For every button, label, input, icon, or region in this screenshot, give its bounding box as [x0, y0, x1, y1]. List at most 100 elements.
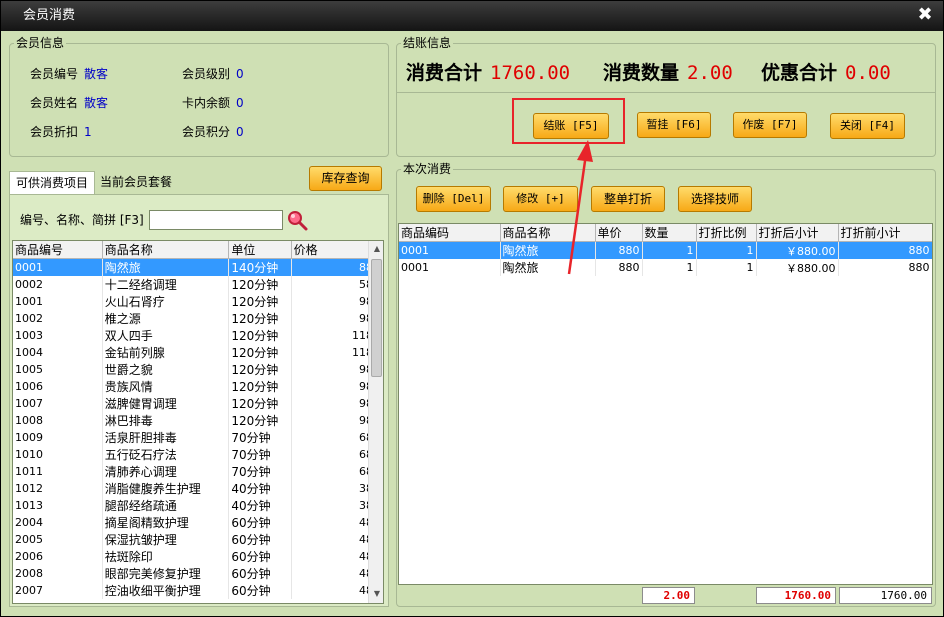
discount-summary: 优惠合计 0.00 [761, 61, 891, 85]
product-row[interactable]: 1011清肺养心调理70分钟680 [13, 463, 383, 480]
tab-member-packages[interactable]: 当前会员套餐 [94, 171, 178, 195]
cell-name: 金钻前列腺 [102, 344, 230, 361]
cell-unit: 60分钟 [228, 514, 292, 531]
cell-name: 五行砭石疗法 [102, 446, 230, 463]
member-points-field: 会员积分 0 [182, 124, 244, 140]
search-label: 编号、名称、简拼 [F3] [20, 213, 144, 227]
delete-button[interactable]: 删除 [Del] [416, 186, 491, 212]
scroll-up-icon[interactable]: ▲ [370, 242, 383, 256]
member-info-title: 会员信息 [14, 35, 67, 51]
product-row[interactable]: 1013腿部经络疏通40分钟380 [13, 497, 383, 514]
total-value: 1760.00 [490, 62, 571, 84]
cell-name: 祛斑除印 [102, 548, 230, 565]
product-row[interactable]: 2005保湿抗皱护理60分钟480 [13, 531, 383, 548]
cell-name: 世爵之貌 [102, 361, 230, 378]
column-header[interactable]: 商品编码 [399, 224, 501, 242]
column-header[interactable]: 商品编号 [13, 241, 103, 259]
product-row[interactable]: 1004 金钻前列腺 120分钟 1180 [13, 344, 383, 361]
consumption-row[interactable]: 0001 陶然旅 880 1 1 ￥880.00 880 [399, 241, 932, 259]
cell-code: 1007 [13, 395, 103, 412]
product-row[interactable]: 1009活泉肝胆排毒70分钟680 [13, 429, 383, 446]
card-balance-value: 0 [236, 96, 244, 110]
search-input[interactable] [149, 210, 283, 230]
cell-unit: 70分钟 [228, 429, 292, 446]
member-info-group: 会员信息 会员编号 散客 会员级别 0 会员姓名 散客 卡内余额 0 会员折扣 1 会员积… [9, 35, 389, 157]
cell-after-subtotal: ￥880.00 [756, 259, 839, 276]
cell-name: 保湿抗皱护理 [102, 531, 230, 548]
total-label: 消费合计 [406, 62, 483, 84]
product-row[interactable]: 2007控油收细平衡护理60分钟480 [13, 582, 383, 599]
cell-code: 0002 [13, 276, 103, 293]
discount-value: 0.00 [845, 62, 891, 84]
cell-name: 陶然旅 [102, 258, 230, 276]
title-bar: 会员消费 ✖ [1, 1, 943, 31]
cell-name: 清肺养心调理 [102, 463, 230, 480]
product-row[interactable]: 1001火山石肾疗120分钟980 [13, 293, 383, 310]
cell-unit: 120分钟 [228, 310, 292, 327]
suspend-button[interactable]: 暂挂 [F6] [637, 112, 711, 138]
product-row[interactable]: 1002椎之源120分钟980 [13, 310, 383, 327]
window-title: 会员消费 [23, 8, 76, 23]
product-row[interactable]: 1007滋脾健胃调理120分钟980 [13, 395, 383, 412]
cell-unit: 120分钟 [228, 378, 292, 395]
cell-code: 1011 [13, 463, 103, 480]
column-header[interactable]: 打折比例 [696, 224, 757, 242]
column-header[interactable]: 数量 [642, 224, 697, 242]
member-level-field: 会员级别 0 [182, 66, 244, 82]
product-row[interactable]: 1008淋巴排毒120分钟980 [13, 412, 383, 429]
products-grid: 商品编号 商品名称 单位 价格 0001陶然旅140分钟880 0002十二经络… [12, 240, 384, 604]
cell-name: 淋巴排毒 [102, 412, 230, 429]
cell-discount-ratio: 1 [696, 259, 757, 276]
cell-code: 0001 [399, 259, 501, 276]
card-balance-label: 卡内余额 [182, 96, 231, 110]
product-row[interactable]: 0002十二经络调理120分钟580 [13, 276, 383, 293]
tab-available-items[interactable]: 可供消费项目 [9, 171, 96, 195]
product-row[interactable]: 2008眼部完美修复护理60分钟480 [13, 565, 383, 582]
column-header[interactable]: 打折后小计 [756, 224, 839, 242]
product-row[interactable]: 1006贵族风情120分钟980 [13, 378, 383, 395]
member-consumption-window: 会员消费 ✖ 会员信息 会员编号 散客 会员级别 0 会员姓名 散客 卡内余额 0 会员… [0, 0, 944, 617]
close-button[interactable]: 关闭 [F4] [830, 113, 905, 139]
product-row[interactable]: 1010五行砭石疗法70分钟680 [13, 446, 383, 463]
product-row[interactable]: 2004摘星阁精致护理60分钟480 [13, 514, 383, 531]
products-scrollbar[interactable]: ▲ ▼ [368, 241, 383, 603]
product-row[interactable]: 1012消脂健腹养生护理40分钟380 [13, 480, 383, 497]
scroll-thumb[interactable] [371, 259, 382, 377]
cell-discount-ratio: 1 [696, 241, 757, 259]
cell-unit: 120分钟 [228, 344, 292, 361]
cell-code: 1008 [13, 412, 103, 429]
member-id-label: 会员编号 [30, 67, 79, 81]
cell-name: 双人四手 [102, 327, 230, 344]
consumption-row[interactable]: 0001 陶然旅 880 1 1 ￥880.00 880 [399, 259, 932, 276]
product-row[interactable]: 1005世爵之貌120分钟980 [13, 361, 383, 378]
cell-code: 1004 [13, 344, 103, 361]
column-header[interactable]: 单位 [228, 241, 292, 259]
product-row[interactable]: 0001陶然旅140分钟880 [13, 258, 383, 276]
product-row[interactable]: 2006祛斑除印60分钟480 [13, 548, 383, 565]
scroll-down-icon[interactable]: ▼ [370, 587, 383, 601]
member-discount-label: 会员折扣 [30, 125, 79, 139]
cell-name: 滋脾健胃调理 [102, 395, 230, 412]
quantity-value: 2.00 [687, 62, 733, 84]
cell-unit: 140分钟 [228, 258, 292, 276]
cell-unit: 70分钟 [228, 463, 292, 480]
cell-name: 腿部经络疏通 [102, 497, 230, 514]
close-icon[interactable]: ✖ [915, 5, 935, 25]
search-icon[interactable] [287, 210, 309, 232]
cell-unit: 40分钟 [228, 480, 292, 497]
cell-code: 1005 [13, 361, 103, 378]
column-header[interactable]: 商品名称 [102, 241, 230, 259]
choose-technician-button[interactable]: 选择技师 [678, 186, 752, 212]
current-items-grid: 商品编码 商品名称 单价 数量 打折比例 打折后小计 打折前小计 0001 陶然… [398, 223, 933, 585]
member-points-label: 会员积分 [182, 125, 231, 139]
cell-name: 活泉肝胆排毒 [102, 429, 230, 446]
cell-code: 2006 [13, 548, 103, 565]
product-row[interactable]: 1003 双人四手 120分钟 1180 [13, 327, 383, 344]
void-button[interactable]: 作废 [F7] [733, 112, 807, 138]
inventory-query-button[interactable]: 库存查询 [309, 166, 382, 191]
cell-quantity: 1 [642, 259, 697, 276]
column-header[interactable]: 打折前小计 [838, 224, 932, 242]
member-discount-value: 1 [84, 125, 92, 139]
cell-code: 1010 [13, 446, 103, 463]
cell-code: 0001 [13, 258, 103, 276]
